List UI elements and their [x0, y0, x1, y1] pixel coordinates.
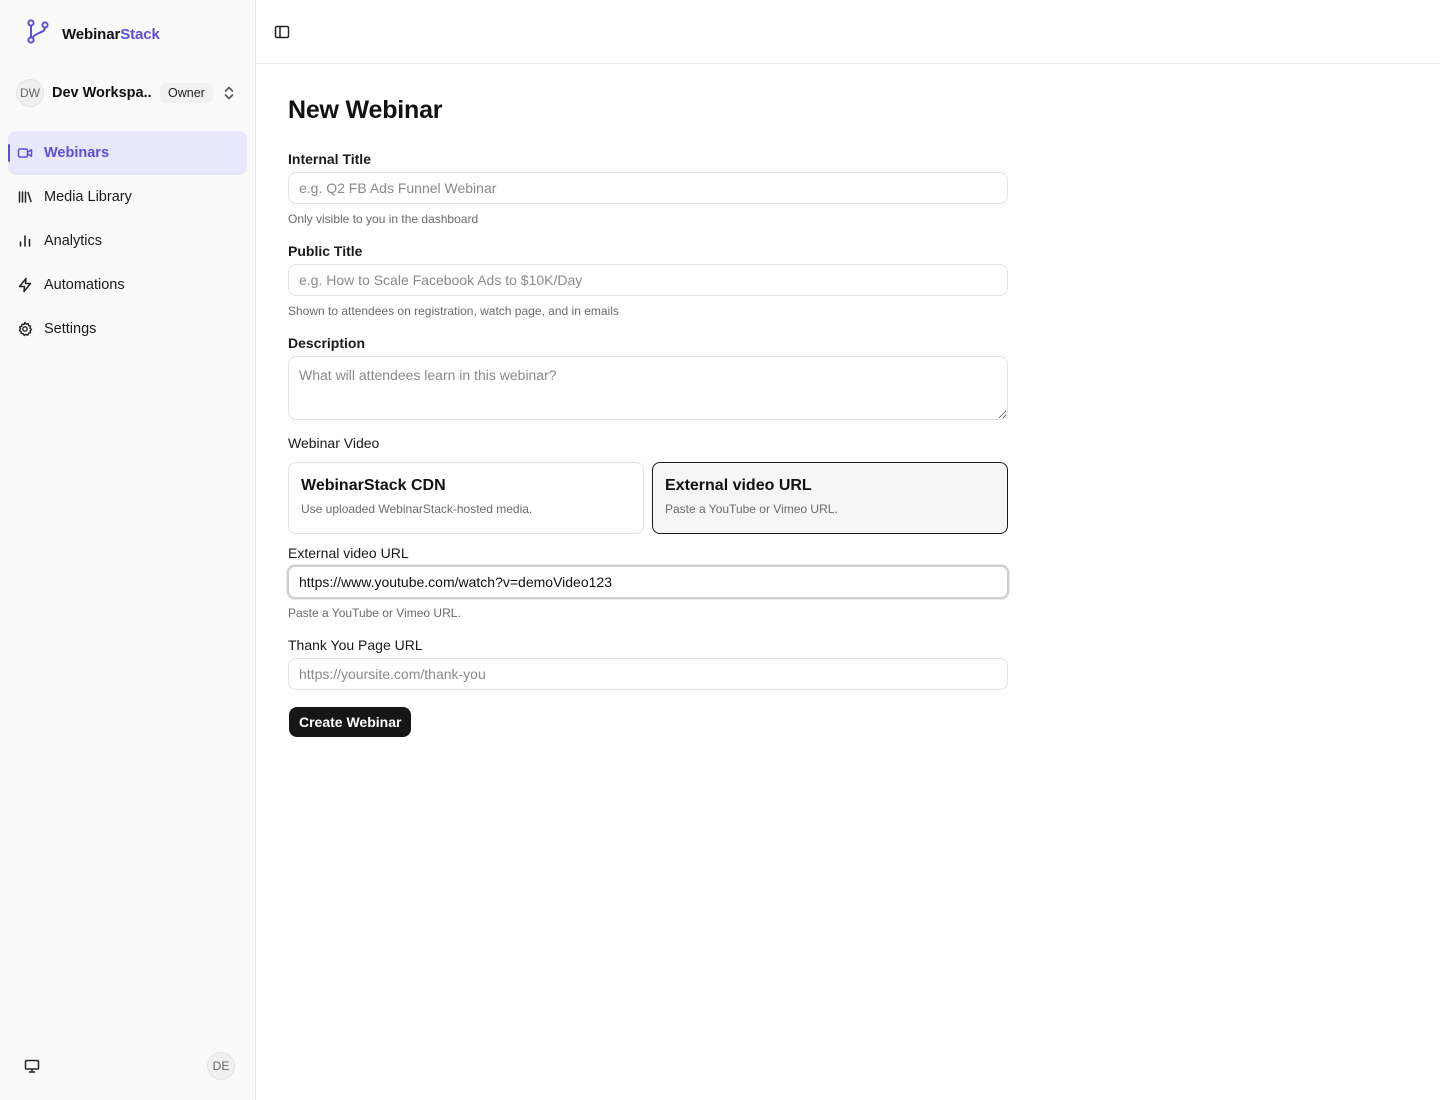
brand-name-accent: Stack [120, 25, 160, 43]
external-url-help: Paste a YouTube or Vimeo URL. [288, 606, 461, 620]
sidebar-item-media-library[interactable]: Media Library [8, 175, 247, 219]
thank-you-url-label: Thank You Page URL [288, 637, 423, 653]
brand-name: WebinarStack [62, 26, 160, 43]
internal-title-help: Only visible to you in the dashboard [288, 212, 479, 226]
zap-icon [16, 276, 34, 294]
workspace-name: Dev Workspa... [52, 85, 152, 101]
public-title-label: Public Title [288, 243, 363, 259]
brand-name-main: Webinar [62, 25, 121, 43]
bar-chart-icon [16, 232, 34, 250]
sidebar-item-label: Automations [44, 277, 125, 293]
video-option-title: External video URL [665, 477, 812, 494]
external-url-label: External video URL [288, 545, 409, 561]
gear-icon [16, 320, 34, 338]
internal-title-input[interactable] [288, 172, 1008, 204]
description-label: Description [288, 335, 366, 351]
user-avatar[interactable]: DE [207, 1052, 235, 1080]
sidebar-item-label: Webinars [44, 145, 110, 161]
sidebar-item-label: Analytics [44, 233, 103, 249]
workspace-role-badge: Owner [160, 83, 213, 103]
panel-left-icon[interactable] [272, 22, 292, 42]
thank-you-url-input[interactable] [288, 658, 1008, 690]
video-option-cdn[interactable]: WebinarStack CDN Use uploaded WebinarSta… [288, 462, 644, 534]
video-option-external-url[interactable]: External video URL Paste a YouTube or Vi… [652, 462, 1008, 534]
sidebar-item-label: Media Library [44, 189, 132, 205]
webinar-video-label: Webinar Video [288, 435, 380, 451]
sidebar-item-label: Settings [44, 321, 97, 337]
video-icon [16, 144, 34, 162]
sidebar-item-settings[interactable]: Settings [8, 307, 247, 351]
external-url-input[interactable] [287, 565, 1009, 599]
sidebar-item-webinars[interactable]: Webinars [8, 131, 247, 175]
internal-title-label: Internal Title [288, 151, 371, 167]
sidebar-nav: Webinars Media Library Analytics Automat… [8, 131, 247, 351]
workspace-switcher[interactable]: DW Dev Workspa... Owner [16, 78, 242, 108]
library-icon [16, 188, 34, 206]
public-title-help: Shown to attendees on registration, watc… [288, 304, 619, 318]
create-webinar-button[interactable]: Create Webinar [289, 707, 412, 737]
chevrons-up-down-icon[interactable] [220, 84, 238, 102]
git-branch-logo-icon [24, 18, 52, 51]
page-title: New Webinar [288, 96, 443, 124]
workspace-avatar: DW [16, 79, 44, 107]
brand[interactable]: WebinarStack [24, 18, 160, 51]
sidebar-item-analytics[interactable]: Analytics [8, 219, 247, 263]
video-option-title: WebinarStack CDN [301, 477, 446, 494]
public-title-input[interactable] [288, 264, 1008, 296]
video-option-desc: Use uploaded WebinarStack-hosted media. [301, 502, 533, 516]
description-textarea[interactable] [288, 356, 1008, 420]
sidebar: WebinarStack DW Dev Workspa... Owner Web… [0, 0, 256, 1100]
topbar [256, 0, 1440, 64]
video-option-desc: Paste a YouTube or Vimeo URL. [665, 502, 838, 516]
sidebar-item-automations[interactable]: Automations [8, 263, 247, 307]
monitor-icon[interactable] [22, 1056, 42, 1076]
